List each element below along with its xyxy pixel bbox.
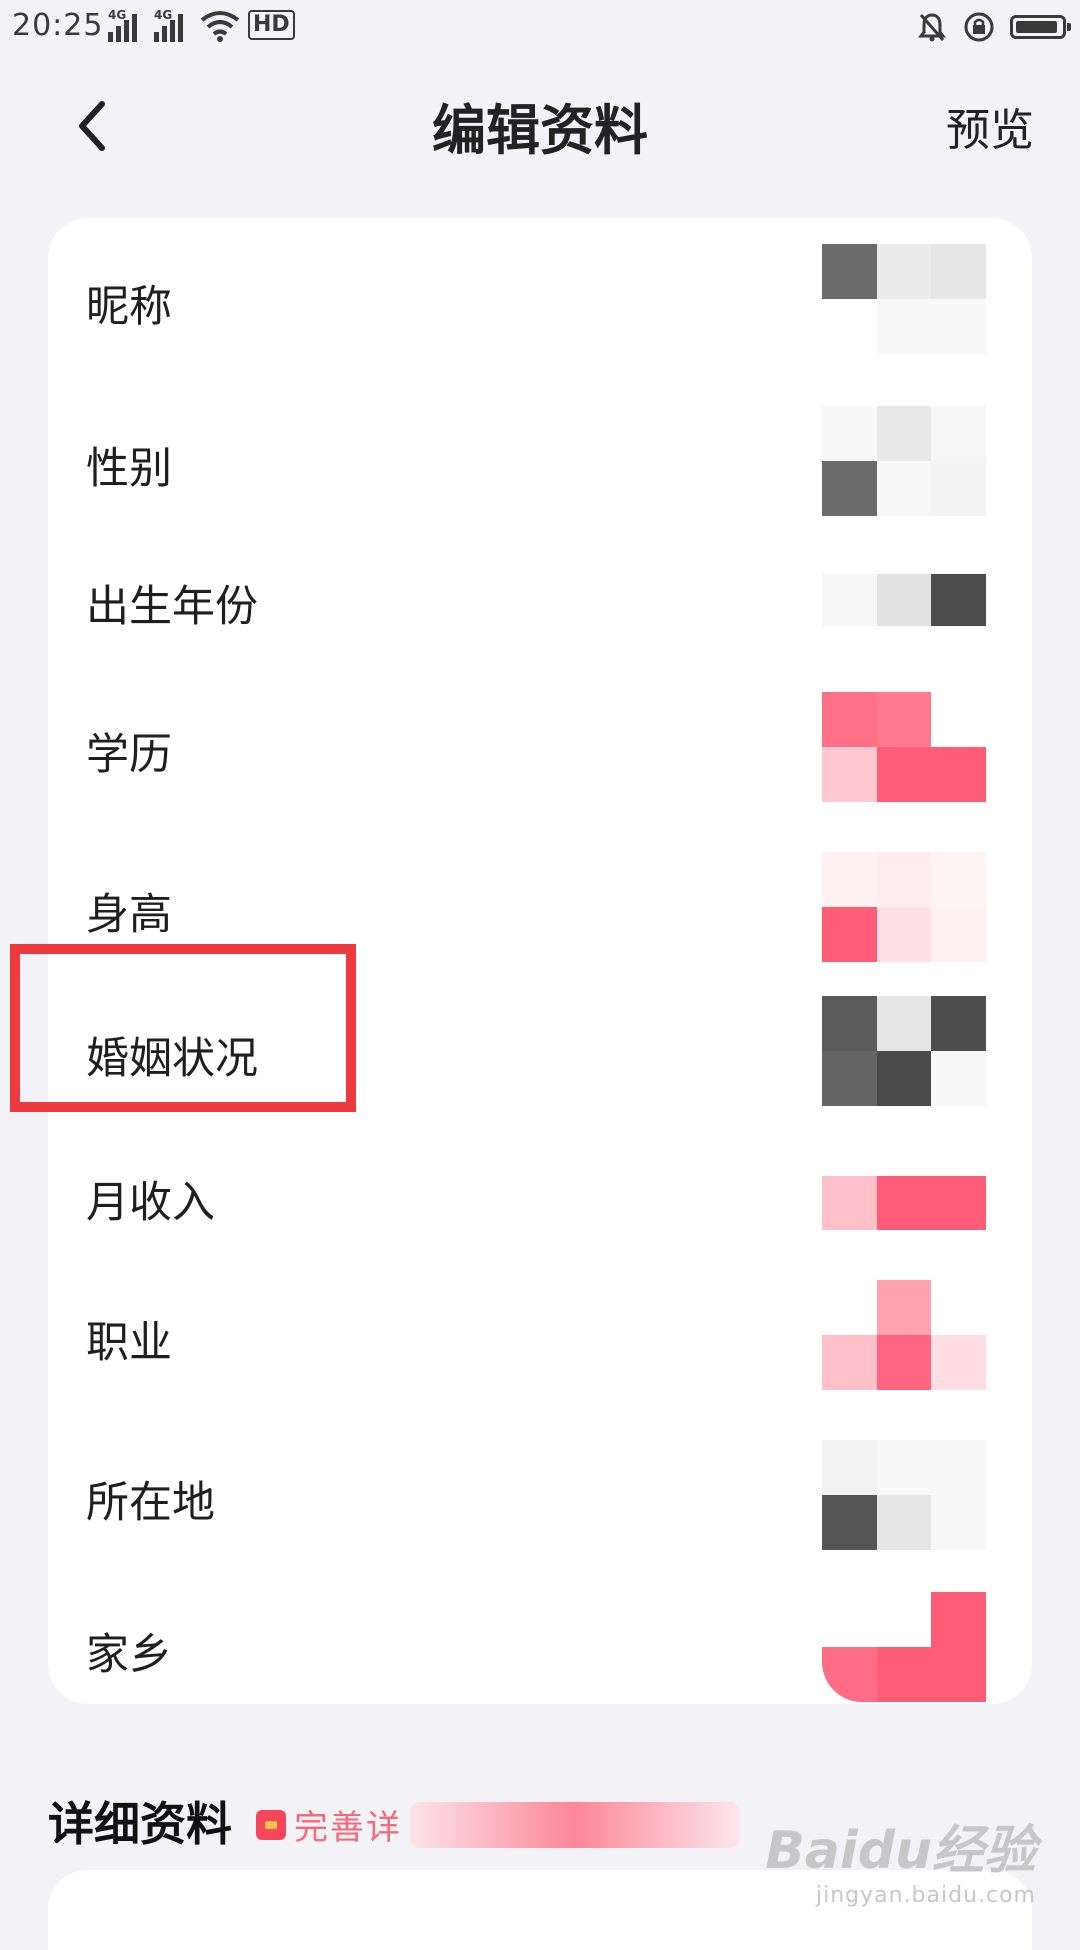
reward-badge-text: 完善详	[294, 1808, 402, 1848]
status-bar: 20:25 4G 4G HD	[0, 0, 1080, 56]
page-title: 编辑资料	[432, 99, 648, 162]
row-label: 身高	[86, 890, 172, 940]
blurred-value	[822, 1592, 986, 1702]
row-label: 性别	[86, 444, 172, 494]
profile-row-hometown[interactable]: 家乡	[48, 1592, 1032, 1702]
profile-row-education[interactable]: 学历	[48, 692, 1032, 802]
row-label: 所在地	[86, 1478, 215, 1528]
row-label: 职业	[86, 1318, 172, 1368]
rotation-lock-icon	[964, 12, 994, 42]
section-title-detail: 详细资料	[48, 1797, 232, 1851]
network-type-label: 4G	[108, 8, 127, 22]
blurred-value	[822, 574, 986, 626]
blurred-value	[822, 244, 986, 354]
battery-icon	[1010, 15, 1071, 39]
blurred-value	[822, 1176, 986, 1230]
wifi-icon	[200, 11, 240, 42]
profile-row-birth-year[interactable]: 出生年份	[48, 544, 1032, 654]
network-type-label-2: 4G	[154, 8, 173, 22]
blurred-value	[822, 852, 986, 962]
profile-row-monthly-income[interactable]: 月收入	[48, 1140, 1032, 1250]
blurred-value	[822, 996, 986, 1106]
row-label: 月收入	[86, 1178, 215, 1228]
reward-badge[interactable]: 完善详	[256, 1800, 740, 1849]
profile-row-gender[interactable]: 性别	[48, 406, 1032, 516]
blurred-value	[410, 1801, 740, 1848]
row-label: 学历	[86, 730, 172, 780]
row-label: 昵称	[86, 282, 172, 332]
red-envelope-icon	[256, 1809, 286, 1840]
preview-button[interactable]: 预览	[946, 94, 1034, 158]
blurred-value	[822, 406, 986, 516]
row-label: 出生年份	[86, 582, 258, 632]
hd-voice-icon: HD	[248, 10, 295, 40]
signal-icon-2: 4G	[154, 8, 183, 42]
bell-muted-icon	[918, 13, 946, 42]
watermark-main: Baidu经验	[765, 1821, 1036, 1881]
blurred-value	[822, 692, 986, 802]
status-time: 20:25	[12, 8, 104, 43]
signal-icon: 4G	[108, 8, 137, 42]
profile-row-occupation[interactable]: 职业	[48, 1280, 1032, 1390]
watermark-sub: jingyan.baidu.com	[815, 1883, 1036, 1908]
highlight-annotation-box	[10, 944, 356, 1112]
nav-bar: 编辑资料 预览	[0, 56, 1080, 186]
blurred-value	[822, 1280, 986, 1390]
profile-row-location[interactable]: 所在地	[48, 1440, 1032, 1550]
profile-row-nickname[interactable]: 昵称	[48, 244, 1032, 354]
baidu-watermark: Baidu经验 jingyan.baidu.com	[765, 1808, 1036, 1908]
row-label: 家乡	[86, 1630, 172, 1680]
blurred-value	[822, 1440, 986, 1550]
